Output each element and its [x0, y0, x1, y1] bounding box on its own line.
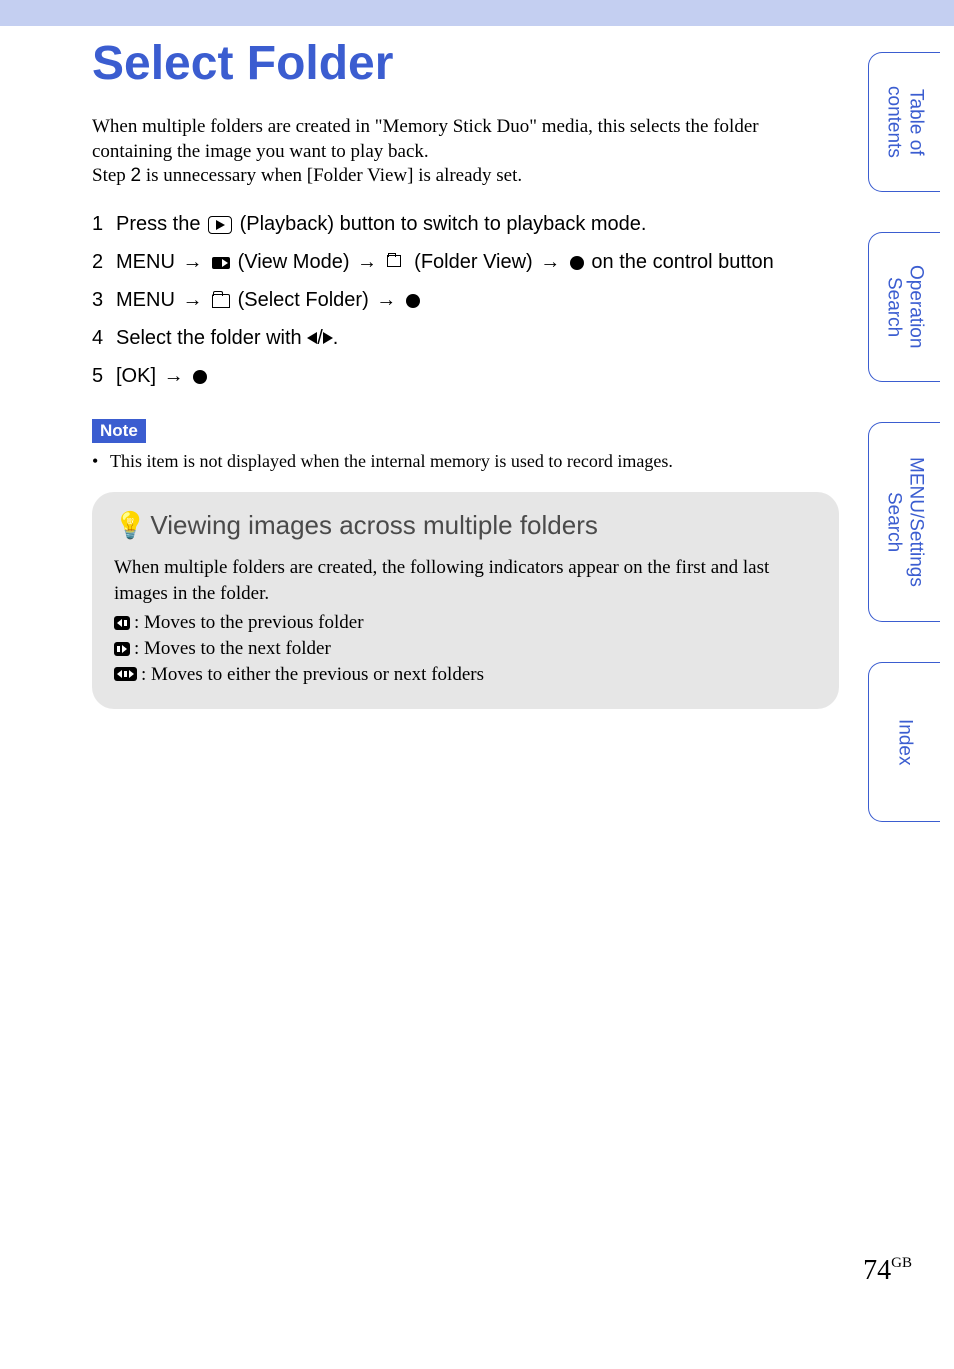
page-number: 74GB: [863, 1255, 912, 1287]
intro-line1: When multiple folders are created in "Me…: [92, 116, 759, 162]
step-2: 2 MENU → (View Mode) → (Folder View) → o…: [92, 245, 839, 279]
step-text: [OK] →: [116, 359, 839, 393]
intro-line2-post: is unnecessary when [Folder View] is alr…: [141, 165, 522, 186]
tip-intro: When multiple folders are created, the f…: [114, 555, 817, 606]
tip-item-text: : Moves to the next folder: [134, 636, 331, 662]
step-text: MENU → (View Mode) → (Folder View) → on …: [116, 245, 839, 279]
arrow-icon: →: [182, 251, 202, 273]
steps-list: 1 Press the (Playback) button to switch …: [92, 207, 839, 393]
step-5: 5 [OK] →: [92, 359, 839, 393]
step-num: 1: [92, 207, 116, 241]
page-num: 74: [863, 1255, 891, 1286]
tab-index[interactable]: Index: [868, 662, 940, 822]
step2-vm: (View Mode): [238, 251, 355, 273]
step-text: Press the (Playback) button to switch to…: [116, 207, 839, 241]
tip-item-next: : Moves to the next folder: [114, 636, 817, 662]
folder-view-icon: [387, 255, 407, 271]
tip-box: 💡 Viewing images across multiple folders…: [92, 492, 839, 709]
page-content: Select Folder When multiple folders are …: [0, 26, 954, 709]
tab-label: OperationSearch: [883, 265, 927, 348]
center-button-icon: [570, 256, 584, 270]
step3-sf: (Select Folder): [238, 289, 375, 311]
tip-item-prev: : Moves to the previous folder: [114, 610, 817, 636]
step-num: 2: [92, 245, 116, 279]
intro-step-num: 2: [131, 165, 142, 186]
both-folder-icon: [114, 667, 137, 681]
intro-paragraph: When multiple folders are created in "Me…: [92, 115, 839, 189]
tip-title: Viewing images across multiple folders: [150, 510, 598, 541]
view-mode-icon: [212, 257, 230, 269]
tip-icon: 💡: [114, 510, 146, 541]
step-num: 4: [92, 321, 116, 355]
tip-title-row: 💡 Viewing images across multiple folders: [114, 510, 817, 541]
tab-label: Index: [894, 719, 916, 765]
arrow-icon: →: [182, 289, 202, 311]
step3-menu: MENU: [116, 289, 175, 311]
step-3: 3 MENU → (Select Folder) →: [92, 283, 839, 317]
step-1: 1 Press the (Playback) button to switch …: [92, 207, 839, 241]
step2-fv: (Folder View): [414, 251, 538, 273]
center-button-icon: [193, 370, 207, 384]
step-text: Select the folder with /.: [116, 321, 839, 355]
page-title: Select Folder: [92, 36, 839, 91]
right-arrow-icon: [323, 332, 333, 344]
step-text: MENU → (Select Folder) →: [116, 283, 839, 317]
top-bar: [0, 0, 954, 26]
center-button-icon: [406, 294, 420, 308]
arrow-icon: →: [164, 365, 184, 387]
step2-end: on the control button: [591, 251, 773, 273]
tip-list: : Moves to the previous folder : Moves t…: [114, 610, 817, 687]
tip-item-text: : Moves to the previous folder: [134, 610, 364, 636]
step5-text: [OK]: [116, 365, 162, 387]
step1-post: (Playback) button to switch to playback …: [240, 213, 647, 235]
arrow-icon: →: [376, 289, 396, 311]
intro-line2-pre: Step: [92, 165, 131, 186]
tab-operation-search[interactable]: OperationSearch: [868, 232, 940, 382]
next-folder-icon: [114, 642, 130, 656]
step2-menu: MENU: [116, 251, 175, 273]
tab-table-of-contents[interactable]: Table ofcontents: [868, 52, 940, 192]
folder-icon: [212, 294, 230, 308]
tab-label: Table ofcontents: [883, 86, 927, 158]
step-num: 3: [92, 283, 116, 317]
playback-icon: [208, 216, 232, 234]
step-num: 5: [92, 359, 116, 393]
tip-body: When multiple folders are created, the f…: [114, 555, 817, 687]
tab-menu-settings-search[interactable]: MENU/SettingsSearch: [868, 422, 940, 622]
arrow-icon: →: [357, 251, 377, 273]
step4-text: Select the folder with: [116, 327, 307, 349]
side-tabs: Table ofcontents OperationSearch MENU/Se…: [868, 52, 940, 822]
arrow-icon: →: [540, 251, 560, 273]
prev-folder-icon: [114, 616, 130, 630]
bullet: •: [92, 451, 110, 472]
left-arrow-icon: [307, 332, 317, 344]
note-body: • This item is not displayed when the in…: [92, 451, 839, 472]
step-4: 4 Select the folder with /.: [92, 321, 839, 355]
note-text: This item is not displayed when the inte…: [110, 451, 673, 472]
page-suffix: GB: [891, 1255, 912, 1271]
tab-label: MENU/SettingsSearch: [883, 457, 927, 587]
step1-pre: Press the: [116, 213, 206, 235]
tip-item-text: : Moves to either the previous or next f…: [141, 662, 484, 688]
tip-item-both: : Moves to either the previous or next f…: [114, 662, 817, 688]
note-label: Note: [92, 419, 146, 443]
